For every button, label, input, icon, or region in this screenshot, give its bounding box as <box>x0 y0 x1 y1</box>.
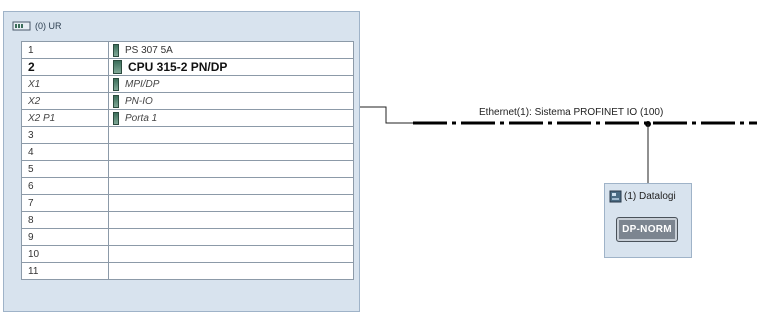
module-cell[interactable] <box>108 160 354 178</box>
slot-row[interactable]: 10 <box>21 245 354 263</box>
slot-number: 10 <box>21 245 109 263</box>
bus-node-dot <box>645 121 651 127</box>
slot-row[interactable]: 4 <box>21 143 354 161</box>
module-cell[interactable] <box>108 245 354 263</box>
module-cell[interactable] <box>108 177 354 195</box>
module-icon <box>113 111 119 125</box>
slot-row[interactable]: X2 P1 Porta 1 <box>21 109 354 127</box>
device-name: (1) Datalogi <box>624 191 676 202</box>
module-name: PN-IO <box>125 95 153 107</box>
slot-number: 4 <box>21 143 109 161</box>
slot-row[interactable]: 11 <box>21 262 354 280</box>
slot-row[interactable]: X2 PN-IO <box>21 92 354 110</box>
slot-number: 7 <box>21 194 109 212</box>
module-icon <box>113 60 122 75</box>
slot-number: 11 <box>21 262 109 280</box>
slot-number: 6 <box>21 177 109 195</box>
module-cell[interactable] <box>108 262 354 280</box>
module-name: Porta 1 <box>125 112 158 124</box>
dp-norm-button[interactable]: DP-NORM <box>616 217 678 242</box>
slot-number: 2 <box>21 58 109 76</box>
module-cell[interactable]: PS 307 5A <box>108 41 354 59</box>
device-icon <box>609 190 622 203</box>
rack-station[interactable]: (0) UR 1 PS 307 5A 2 CPU 315-2 PN/DP X1 … <box>3 11 360 312</box>
slot-row[interactable]: 2 CPU 315-2 PN/DP <box>21 58 354 76</box>
slot-row[interactable]: X1 MPI/DP <box>21 75 354 93</box>
module-icon <box>113 94 119 108</box>
slot-number: 3 <box>21 126 109 144</box>
module-cell[interactable] <box>108 143 354 161</box>
slot-row[interactable]: 9 <box>21 228 354 246</box>
slot-row[interactable]: 1 PS 307 5A <box>21 41 354 59</box>
module-cell[interactable] <box>108 194 354 212</box>
module-cell[interactable]: CPU 315-2 PN/DP <box>108 58 354 76</box>
slot-number: X2 <box>21 92 109 110</box>
slot-number: 9 <box>21 228 109 246</box>
rack-icon <box>12 21 31 31</box>
module-name: CPU 315-2 PN/DP <box>128 59 228 74</box>
module-name: MPI/DP <box>125 78 160 90</box>
slot-number: 1 <box>21 41 109 59</box>
connection-line <box>360 106 413 124</box>
module-cell[interactable] <box>108 228 354 246</box>
device-title: (1) Datalogi <box>609 190 676 203</box>
rack-title: (0) UR <box>35 21 62 31</box>
slot-number: X1 <box>21 75 109 93</box>
module-cell[interactable]: Porta 1 <box>108 109 354 127</box>
slot-row[interactable]: 5 <box>21 160 354 178</box>
module-icon <box>113 77 119 91</box>
module-cell[interactable] <box>108 211 354 229</box>
module-cell[interactable] <box>108 126 354 144</box>
module-cell[interactable]: PN-IO <box>108 92 354 110</box>
module-icon <box>113 43 119 57</box>
slot-number: X2 P1 <box>21 109 109 127</box>
slot-row[interactable]: 6 <box>21 177 354 195</box>
network-label[interactable]: Ethernet(1): Sistema PROFINET IO (100) <box>479 107 663 118</box>
slot-row[interactable]: 7 <box>21 194 354 212</box>
slot-number: 5 <box>21 160 109 178</box>
slot-row[interactable]: 8 <box>21 211 354 229</box>
module-name: PS 307 5A <box>125 44 173 56</box>
slot-table: 1 PS 307 5A 2 CPU 315-2 PN/DP X1 MPI/DP … <box>21 41 354 280</box>
module-cell[interactable]: MPI/DP <box>108 75 354 93</box>
rack-header: (0) UR <box>12 18 62 34</box>
slot-number: 8 <box>21 211 109 229</box>
slot-row[interactable]: 3 <box>21 126 354 144</box>
io-device[interactable]: (1) Datalogi DP-NORM <box>604 183 692 258</box>
